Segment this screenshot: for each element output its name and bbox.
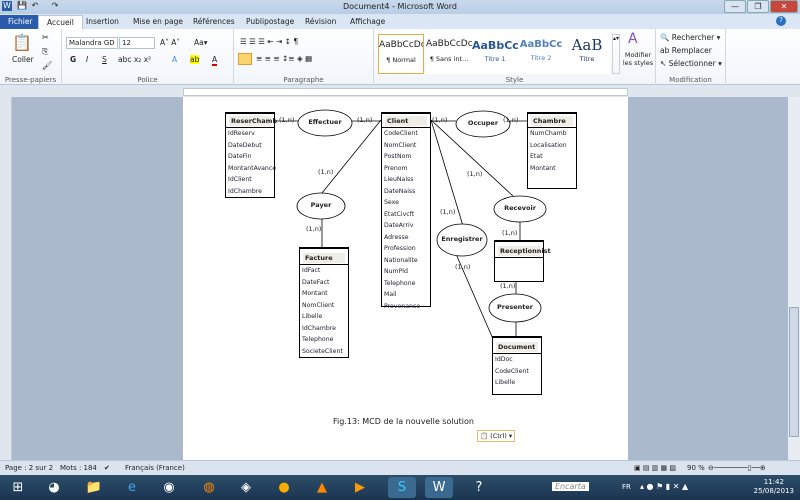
vertical-scrollbar[interactable]	[788, 97, 800, 460]
entity-attribute: Prenom	[384, 164, 408, 172]
association-label: Enregistrer	[441, 235, 483, 243]
entity-name: Client	[385, 116, 427, 126]
entity-attribute: DateFin	[228, 153, 252, 160]
entity-attribute: Libelle	[495, 379, 516, 386]
help-taskbar-icon[interactable]: ?	[465, 477, 493, 498]
explorer-icon[interactable]: 📁	[80, 477, 108, 498]
cardinality-label: (1,n)	[279, 116, 295, 124]
word-count[interactable]: Mots : 184	[60, 464, 97, 472]
divider	[495, 257, 543, 258]
cardinality-label: (1,n)	[503, 116, 519, 124]
entity-attribute: Provenance	[384, 302, 421, 310]
cardinality-label: (1,n)	[500, 282, 516, 290]
zoom-slider[interactable]: ⊖────────▯──⊕	[708, 464, 766, 472]
entity-attribute: NumPld	[384, 268, 408, 275]
vlc-icon[interactable]: ▲	[308, 477, 336, 498]
entity-attribute: EtatCivcft	[384, 210, 415, 218]
tray-icons[interactable]: ▴ ● ⚑ ▮ ✕ ▲	[640, 482, 688, 491]
entity-attribute: IdClient	[228, 176, 252, 183]
entity-attribute: IdReserv	[228, 130, 255, 137]
association-label: Effectuer	[308, 118, 342, 126]
entity-attribute: Sexe	[384, 199, 399, 206]
firefox-icon[interactable]: ◍	[195, 477, 223, 498]
chrome-icon[interactable]: ◉	[155, 477, 183, 498]
entity-attribute: LieuNaiss	[384, 176, 414, 183]
entity-attribute: IdChambre	[302, 324, 336, 332]
paste-options-label: (Ctrl)	[490, 432, 507, 440]
cardinality-label: (1,n)	[306, 225, 322, 233]
entity-attribute: Localisation	[530, 141, 567, 149]
entity-attribute: SocieteClient	[302, 347, 343, 355]
entity-attribute: PostNom	[384, 153, 412, 160]
page-count[interactable]: Page : 2 sur 2	[5, 464, 53, 472]
ie-icon[interactable]: e	[118, 477, 146, 498]
cardinality-label: (1,n)	[432, 116, 448, 124]
entity-attribute: IdDoc	[495, 356, 513, 363]
skype-icon[interactable]: S	[388, 477, 416, 498]
entity-client: Client CodeClient NomClient PostNom Prenom Li…	[381, 112, 431, 310]
scrollbar-thumb[interactable]	[789, 307, 799, 437]
entity-attribute: Telephone	[302, 336, 334, 343]
entity-attribute: DateDebut	[228, 141, 262, 149]
clock[interactable]: 11:42 25/08/2013	[754, 478, 794, 496]
paste-options-button[interactable]: 📋 (Ctrl) ▾	[477, 430, 516, 442]
entity-attribute: Libelle	[302, 313, 323, 320]
entity-chambre: Chambre NumChamb Localisation Etat Montant	[527, 112, 577, 189]
start-button-icon[interactable]: ⊞	[4, 477, 32, 498]
entity-attribute: DateArriv	[384, 222, 414, 229]
association-label: Recevoir	[504, 204, 536, 212]
cardinality-label: (1,n)	[357, 116, 373, 124]
entity-name: Facture	[303, 253, 345, 263]
entity-attribute: NomClient	[384, 141, 417, 149]
spellcheck-icon[interactable]: ✔	[104, 464, 110, 472]
entity-attribute: IdChambre	[228, 187, 262, 195]
entity-receptionnist: Receptionnist	[494, 240, 551, 282]
cardinality-label: (1,n)	[318, 168, 334, 176]
taskbar: ⊞ ◕ 📁 e ◉ ◍ ◈ ● ▲ ▶ S W ? Encarta FR ▴ ●…	[0, 475, 800, 500]
entity-attribute: Mail	[384, 291, 397, 298]
status-bar: Page : 2 sur 2 Mots : 184 ✔ Français (Fr…	[0, 460, 800, 475]
entity-name: Receptionnist	[498, 246, 551, 256]
entity-attribute: Nationalite	[384, 256, 418, 264]
cardinality-label: (1,n)	[467, 170, 483, 178]
entity-attribute: Montant	[530, 164, 556, 172]
encarta-search[interactable]: Encarta	[552, 482, 589, 491]
entity-attribute: NomClient	[302, 301, 335, 309]
association-label: Presenter	[496, 303, 533, 311]
entity-attribute: Telephone	[384, 279, 416, 287]
player-icon[interactable]: ▶	[346, 477, 374, 498]
word-taskbar-icon[interactable]: W	[425, 477, 453, 498]
cardinality-label: (1,n)	[455, 263, 471, 271]
entity-attribute: DateNaiss	[384, 187, 416, 195]
entity-facture: Facture IdFact DateFact Montant NomClient Lib…	[299, 247, 349, 358]
entity-attribute: IdFact	[302, 267, 321, 274]
entity-attribute: Profession	[384, 245, 416, 252]
zoom-level[interactable]: 90 %	[687, 464, 705, 472]
entity-reserchamb: ReserChamb IdReserv DateDebut DateFin Montan…	[225, 112, 278, 198]
cardinality-label: (1,n)	[502, 229, 518, 237]
entity-attribute: MontantAvance	[228, 164, 277, 172]
entity-attribute: NumChamb	[530, 130, 567, 137]
clock-date: 25/08/2013	[753, 487, 794, 495]
language-indicator[interactable]: FR	[622, 483, 631, 491]
figure-caption: Fig.13: MCD de la nouvelle solution	[333, 417, 474, 426]
clock-time: 11:42	[763, 478, 784, 486]
association-label: Payer	[310, 201, 332, 209]
entity-attribute: Adresse	[384, 233, 409, 241]
entity-name: Chambre	[531, 116, 573, 126]
app-icon[interactable]: ◕	[40, 477, 68, 498]
media-icon[interactable]: ◈	[232, 477, 260, 498]
cardinality-label: (1,n)	[440, 208, 456, 216]
entity-attribute: Etat	[530, 153, 543, 160]
entity-attribute: Montant	[302, 290, 328, 297]
entity-document: Document IdDoc CodeClient Libelle	[492, 336, 542, 395]
entity-attribute: DateFact	[302, 278, 330, 286]
language[interactable]: Français (France)	[125, 464, 185, 472]
entity-attribute: CodeClient	[384, 130, 418, 137]
entity-name: Document	[496, 342, 538, 352]
entity-attribute: CodeClient	[495, 367, 529, 375]
entity-name: ReserChamb	[229, 116, 278, 126]
app2-icon[interactable]: ●	[270, 477, 298, 498]
view-buttons[interactable]: ▣ ▤ ▥ ▦ ▧	[634, 464, 676, 472]
